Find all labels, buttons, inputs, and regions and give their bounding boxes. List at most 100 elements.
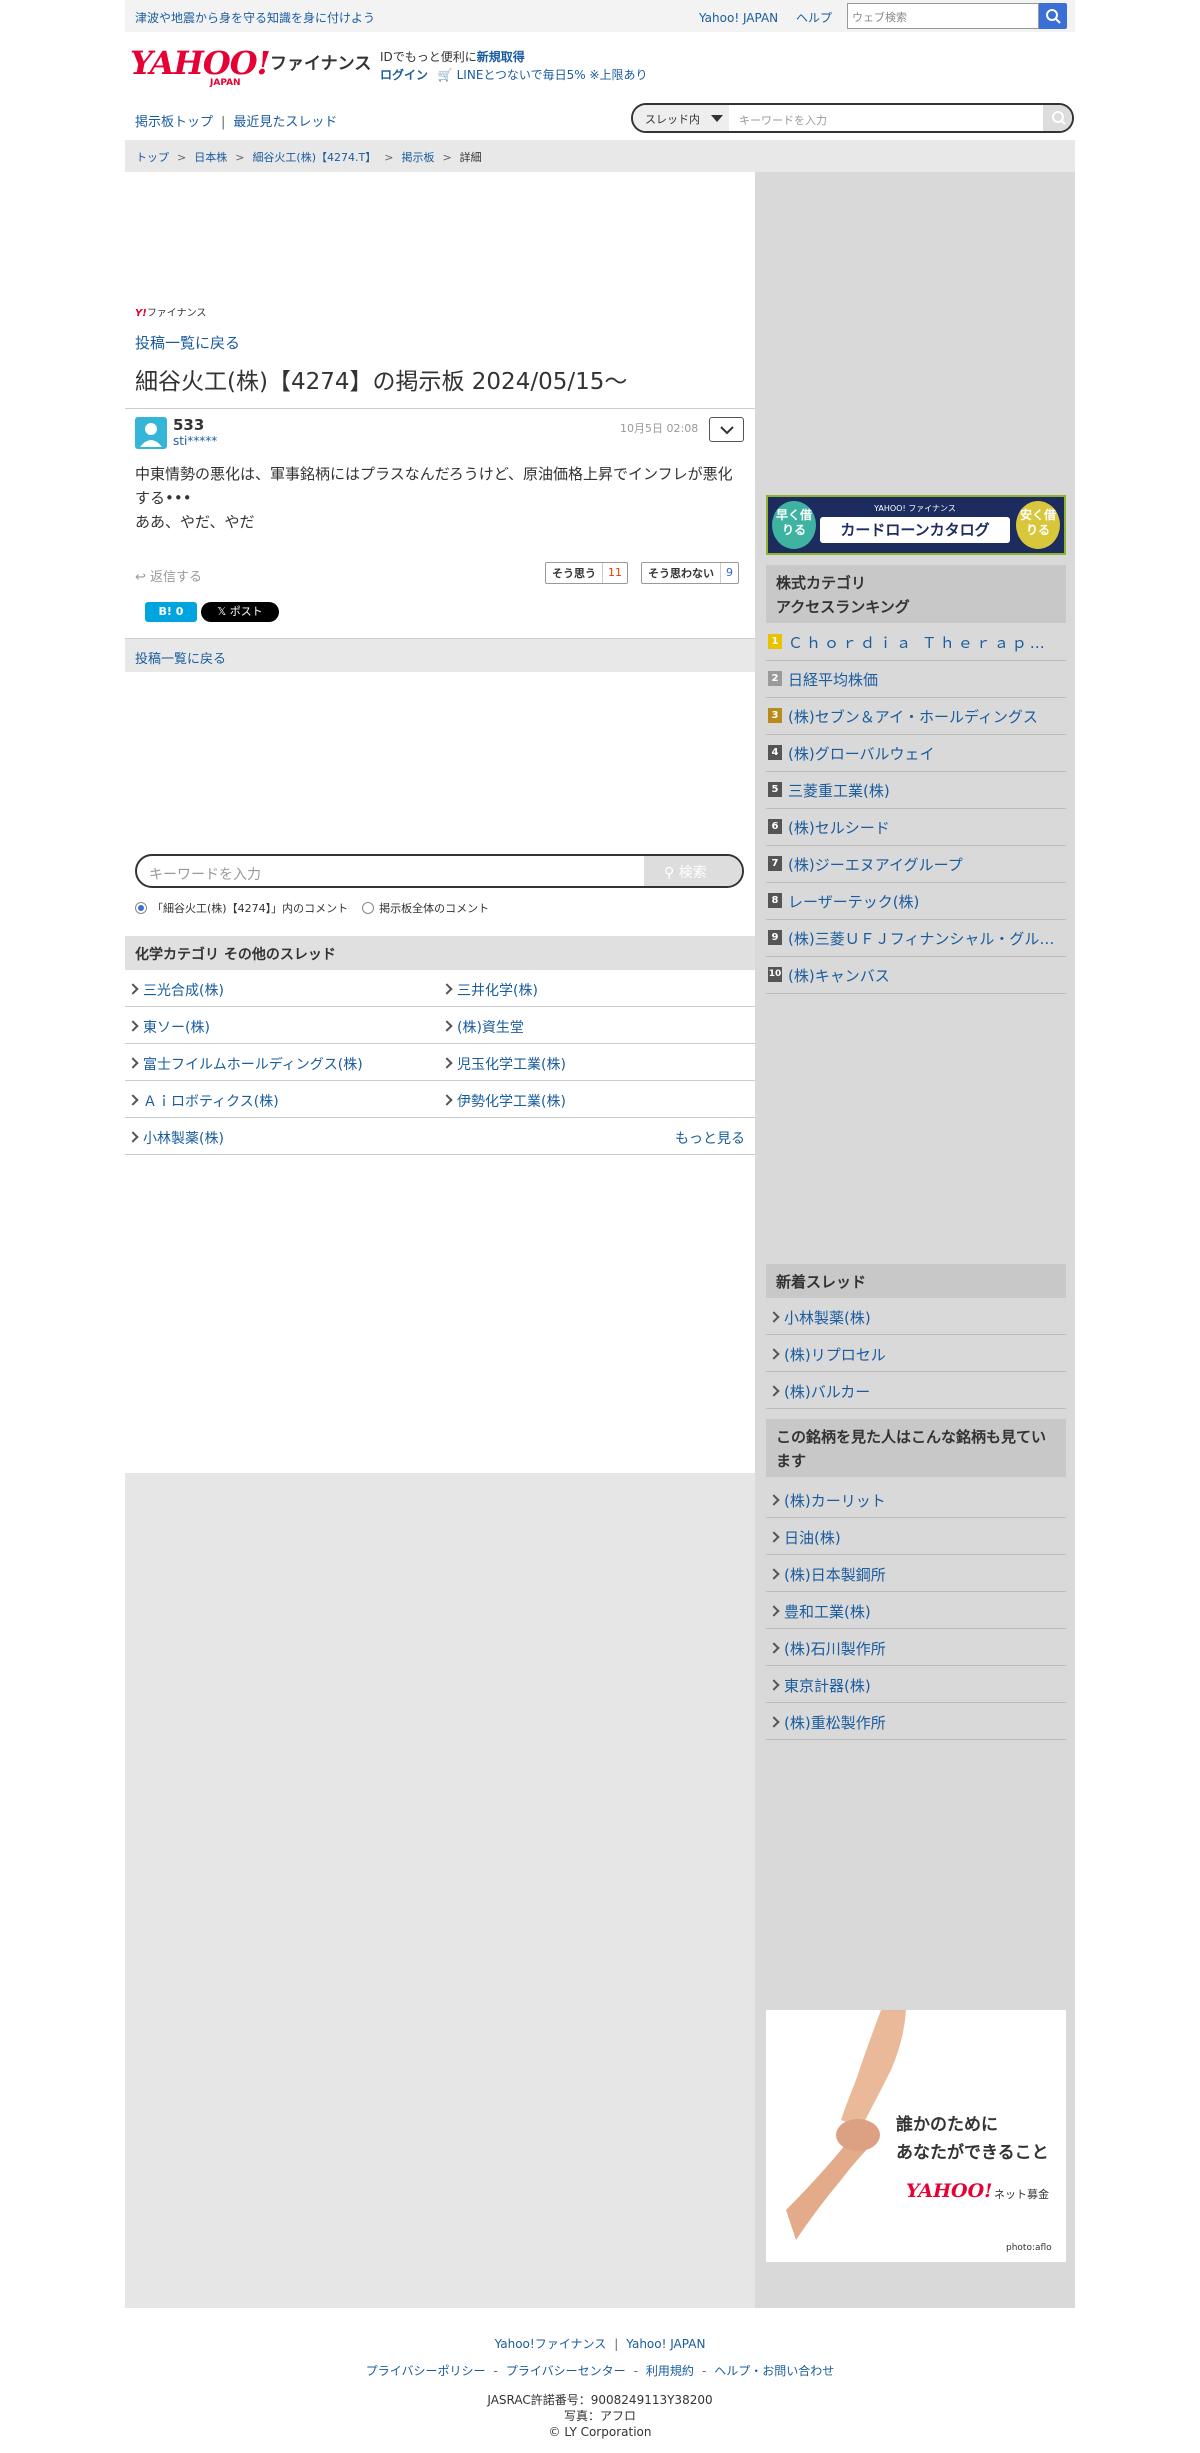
web-search-button[interactable] (1039, 3, 1067, 29)
help-link[interactable]: ヘルプ (796, 11, 832, 25)
category-heading: 化学カテゴリ その他のスレッド (125, 936, 755, 970)
author-name[interactable]: 533 (173, 416, 204, 434)
thread-link[interactable]: 伊勢化学工業(株) (443, 1091, 566, 1111)
back-to-list-link[interactable]: 投稿一覧に戻る (135, 332, 240, 353)
ranking-item[interactable]: 9 (株)三菱ＵＦＪフィナンシャル・グループ (766, 920, 1066, 957)
footer-info: JASRAC許諾番号：9008249113Y38200 写真：アフロ © LY … (125, 2392, 1075, 2440)
also-viewed-item[interactable]: (株)重松製作所 (766, 1703, 1066, 1740)
new-thread-item[interactable]: (株)リプロセル (766, 1335, 1066, 1372)
ranking-item[interactable]: 7 (株)ジーエヌアイグループ (766, 846, 1066, 883)
rank-number: 3 (768, 708, 782, 723)
also-viewed-item[interactable]: (株)カーリット (766, 1481, 1066, 1518)
finance-brand: Y!ファイナンス (135, 308, 207, 319)
ad-badge-fast: 早く借りる (772, 501, 816, 549)
rank-number: 2 (768, 671, 782, 686)
thread-link[interactable]: 児玉化学工業(株) (443, 1054, 566, 1074)
recent-threads-link[interactable]: 最近見たスレッド (233, 115, 337, 130)
scope-radio-all[interactable] (362, 902, 375, 914)
new-threads-heading: 新着スレッド (766, 1264, 1066, 1298)
ranking-item[interactable]: 6 (株)セルシード (766, 809, 1066, 846)
ranking-heading: 株式カテゴリ アクセスランキング (766, 565, 1066, 623)
ranking-item[interactable]: 5 三菱重工業(株) (766, 772, 1066, 809)
thread-link[interactable]: 三光合成(株) (129, 980, 224, 1000)
category-row: Ａｉロボティクス(株) 伊勢化学工業(株) (125, 1081, 755, 1118)
breadcrumb-board[interactable]: 掲示板 (401, 151, 434, 164)
ad-badge-cheap: 安く借りる (1016, 501, 1060, 549)
hands-image (786, 2010, 906, 2240)
help-contact-link[interactable]: ヘルプ・お問い合わせ (714, 2364, 834, 2378)
privacy-policy-link[interactable]: プライバシーポリシー (366, 2364, 486, 2378)
disagree-button[interactable]: そう思わない 9 (641, 562, 739, 584)
x-post-button[interactable]: 𝕏 ポスト (201, 602, 279, 622)
privacy-center-link[interactable]: プライバシーセンター (506, 2364, 626, 2378)
footer-yahoo-link[interactable]: Yahoo! JAPAN (626, 2337, 705, 2351)
category-row: 富士フイルムホールディングス(株) 児玉化学工業(株) (125, 1044, 755, 1081)
agree-button[interactable]: そう思う 11 (545, 562, 628, 584)
keyword-input[interactable]: キーワードを入力 (149, 864, 261, 884)
board-search: スレッド内 キーワードを入力 (631, 103, 1074, 133)
reply-icon: ↩ (135, 570, 146, 585)
web-search-input[interactable]: ウェブ検索 (847, 3, 1039, 29)
more-link[interactable]: もっと見る (675, 1128, 745, 1148)
hatena-bookmark-button[interactable]: B! 0 (145, 602, 197, 622)
ranking-item[interactable]: 8 レーザーテック(株) (766, 883, 1066, 920)
new-thread-item[interactable]: 小林製薬(株) (766, 1298, 1066, 1335)
jasrac-number: JASRAC許諾番号：9008249113Y38200 (487, 2393, 713, 2407)
service-name[interactable]: ファイナンス (270, 49, 371, 74)
board-top-link[interactable]: 掲示板トップ (135, 115, 213, 130)
line-promo-link[interactable]: LINEとつないで毎日5% ※上限あり (457, 68, 648, 82)
ranking-item[interactable]: 2 日経平均株価 (766, 661, 1066, 698)
also-viewed-item[interactable]: 豊和工業(株) (766, 1592, 1066, 1629)
back-bar: 投稿一覧に戻る (125, 638, 755, 672)
breadcrumb-stock[interactable]: 細谷火工(株)【4274.T】 (252, 151, 376, 164)
agree-count: 11 (602, 563, 627, 583)
also-viewed-item[interactable]: (株)日本製鋼所 (766, 1555, 1066, 1592)
ranking-item[interactable]: 10 (株)キャンバス (766, 957, 1066, 994)
login-link[interactable]: ログイン (380, 68, 428, 82)
page: 津波や地震から身を守る知識を身に付けよう Yahoo! JAPAN ヘルプ ウェ… (125, 0, 1075, 2453)
id-promo: IDでもっと便利に新規取得 (380, 50, 525, 64)
keyword-search-button[interactable]: ⚲ 検索 (644, 856, 742, 886)
ranking-item[interactable]: 4 (株)グローバルウェイ (766, 735, 1066, 772)
notice-link[interactable]: 津波や地震から身を守る知識を身に付けよう (135, 9, 375, 26)
yahoo-japan-link[interactable]: Yahoo! JAPAN (699, 11, 778, 25)
signup-link[interactable]: 新規取得 (477, 50, 525, 64)
breadcrumb: トップ > 日本株 > 細谷火工(株)【4274.T】 > 掲示板 > 詳細 (125, 140, 1075, 172)
yahoo-logo[interactable]: YAHOO! JAPAN (130, 46, 271, 88)
post-menu-button[interactable] (709, 417, 744, 442)
category-row: 三光合成(株) 三井化学(株) (125, 970, 755, 1007)
rank-number: 1 (768, 634, 782, 649)
terms-link[interactable]: 利用規約 (646, 2364, 694, 2378)
ranking-item[interactable]: 3 (株)セブン＆アイ・ホールディングス (766, 698, 1066, 735)
ad-brand: YAHOO! ファイナンス (874, 504, 956, 513)
footer-finance-link[interactable]: Yahoo!ファイナンス (495, 2337, 607, 2351)
charity-ad[interactable]: 誰かのために あなたができること YAHOO! ネット募金 photo:aflo (766, 2010, 1066, 2262)
breadcrumb-jp-stocks[interactable]: 日本株 (194, 151, 227, 164)
ad-title: カードローンカタログ (820, 517, 1010, 543)
thread-link[interactable]: 東ソー(株) (129, 1017, 210, 1037)
reply-button[interactable]: ↩ 返信する (135, 566, 202, 585)
footer-links-secondary: プライバシーポリシー - プライバシーセンター - 利用規約 - ヘルプ・お問い合わせ (365, 2364, 835, 2378)
thread-link[interactable]: (株)資生堂 (443, 1017, 524, 1037)
card-loan-ad[interactable]: 早く借りる YAHOO! ファイナンス カードローンカタログ 安く借りる (766, 495, 1066, 555)
breadcrumb-top[interactable]: トップ (136, 151, 169, 164)
back-to-list-link[interactable]: 投稿一覧に戻る (135, 652, 226, 667)
category-row: 東ソー(株) (株)資生堂 (125, 1007, 755, 1044)
scope-radio-stock[interactable] (135, 902, 147, 914)
also-viewed-item[interactable]: (株)石川製作所 (766, 1629, 1066, 1666)
top-links: Yahoo! JAPAN ヘルプ (699, 9, 846, 26)
thread-link[interactable]: Ａｉロボティクス(株) (129, 1091, 279, 1111)
thread-link[interactable]: 三井化学(株) (443, 980, 538, 1000)
thread-link[interactable]: 富士フイルムホールディングス(株) (129, 1054, 363, 1074)
also-viewed-item[interactable]: 東京計器(株) (766, 1666, 1066, 1703)
top-strip: 津波や地震から身を守る知識を身に付けよう Yahoo! JAPAN ヘルプ ウェ… (125, 0, 1075, 32)
ranking-item[interactable]: 1Ｃｈｏｒｄｉａ Ｔｈｅｒａｐｅｕｔｉｃｓ(株) (766, 624, 1066, 661)
also-viewed-item[interactable]: 日油(株) (766, 1518, 1066, 1555)
thread-link[interactable]: 小林製薬(株) (129, 1128, 224, 1148)
board-search-button[interactable] (1043, 105, 1072, 131)
avatar[interactable] (135, 417, 167, 449)
page-title: 細谷火工(株)【4274】の掲示板 2024/05/15〜 (135, 369, 628, 395)
new-thread-item[interactable]: (株)バルカー (766, 1372, 1066, 1409)
board-search-input[interactable]: キーワードを入力 (739, 112, 827, 128)
author-id[interactable]: sti***** (173, 434, 217, 448)
